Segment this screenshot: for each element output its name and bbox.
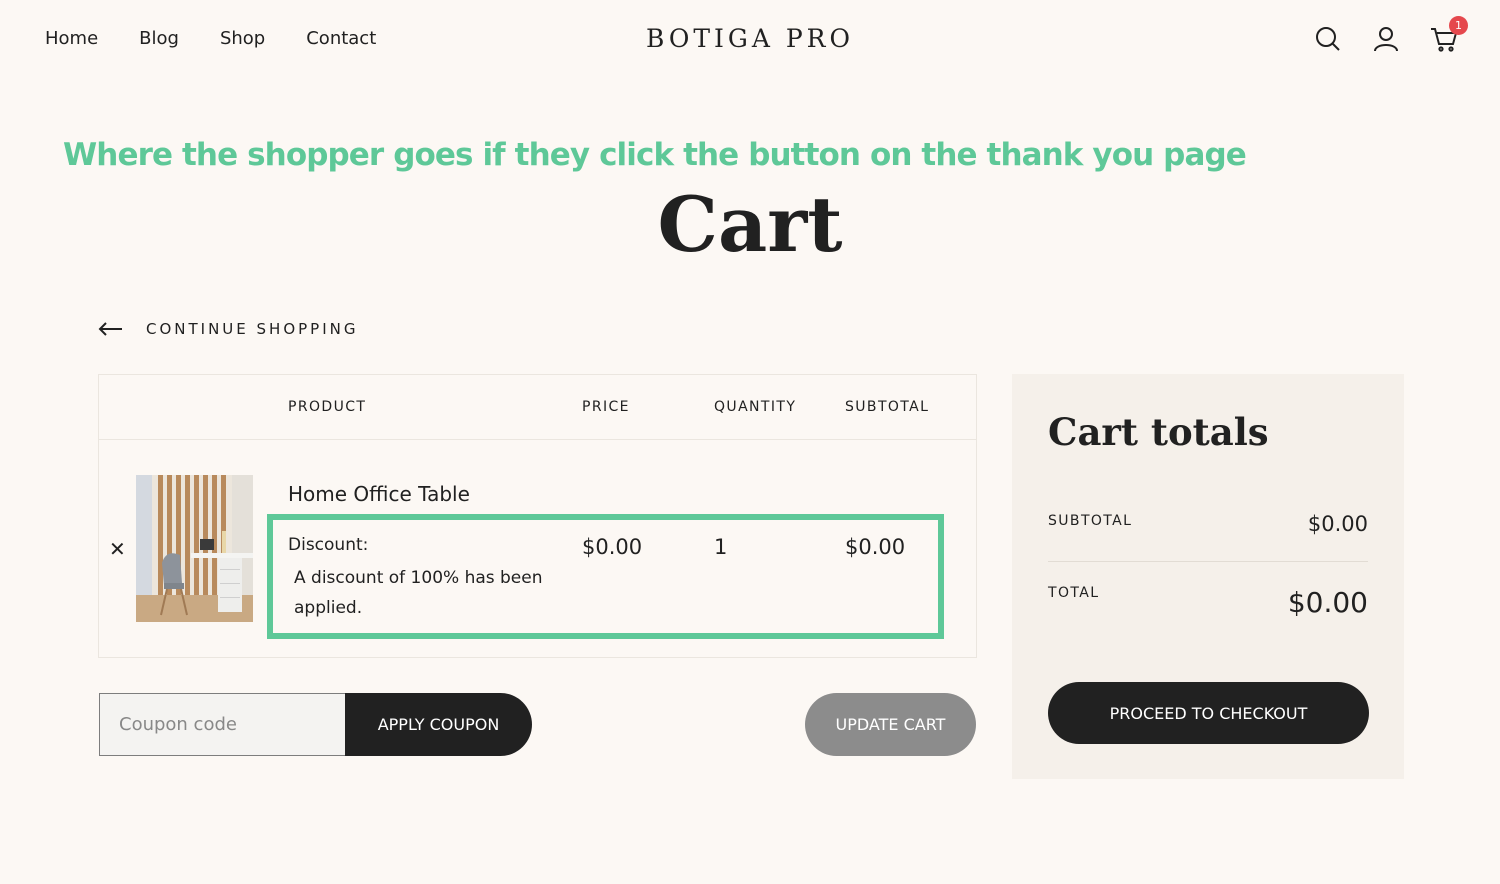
cart-button[interactable]: 1 bbox=[1428, 16, 1468, 56]
continue-shopping-label: CONTINUE SHOPPING bbox=[146, 320, 359, 338]
continue-shopping-link[interactable]: CONTINUE SHOPPING bbox=[98, 320, 359, 338]
site-header: Home Blog Shop Contact BOTIGA PRO 1 bbox=[0, 0, 1500, 80]
discount-description: A discount of 100% has been applied. bbox=[294, 568, 543, 618]
column-header-product: PRODUCT bbox=[288, 399, 367, 415]
cart-count-badge: 1 bbox=[1449, 16, 1468, 35]
search-button[interactable] bbox=[1312, 22, 1344, 56]
totals-subtotal-value: $0.00 bbox=[1307, 512, 1368, 536]
account-button[interactable] bbox=[1370, 22, 1402, 56]
product-name-link[interactable]: Home Office Table bbox=[288, 482, 470, 506]
totals-total-label: TOTAL bbox=[1048, 585, 1100, 601]
user-icon bbox=[1374, 27, 1398, 52]
coupon-code-input[interactable] bbox=[99, 693, 357, 756]
totals-subtotal-label: SUBTOTAL bbox=[1048, 513, 1133, 529]
product-thumbnail[interactable] bbox=[136, 475, 253, 622]
totals-divider bbox=[1048, 561, 1368, 562]
cart-table: PRODUCT PRICE QUANTITY SUBTOTAL ✕ Home O… bbox=[98, 374, 977, 658]
column-header-subtotal: SUBTOTAL bbox=[845, 399, 930, 415]
totals-total-value: $0.00 bbox=[1287, 586, 1368, 619]
cart-totals-title: Cart totals bbox=[1048, 410, 1269, 454]
product-image bbox=[136, 475, 253, 622]
item-subtotal: $0.00 bbox=[845, 535, 906, 559]
update-cart-button[interactable]: UPDATE CART bbox=[805, 693, 976, 756]
arrow-left-icon bbox=[98, 322, 122, 336]
proceed-to-checkout-button[interactable]: PROCEED TO CHECKOUT bbox=[1048, 682, 1369, 744]
search-icon bbox=[1316, 27, 1340, 51]
column-header-quantity: QUANTITY bbox=[714, 399, 797, 415]
site-logo[interactable]: BOTIGA PRO bbox=[0, 24, 1500, 53]
item-price: $0.00 bbox=[582, 535, 643, 559]
discount-label: Discount: bbox=[288, 535, 369, 555]
column-header-price: PRICE bbox=[582, 399, 630, 415]
annotation-caption: Where the shopper goes if they click the… bbox=[63, 137, 1247, 173]
apply-coupon-button[interactable]: APPLY COUPON bbox=[345, 693, 532, 756]
item-quantity: 1 bbox=[714, 535, 728, 559]
header-icons: 1 bbox=[1312, 16, 1468, 56]
cart-totals-panel: Cart totals SUBTOTAL $0.00 TOTAL $0.00 P… bbox=[1012, 374, 1404, 779]
page-title: Cart bbox=[657, 180, 843, 269]
header-divider bbox=[99, 439, 976, 440]
remove-item-icon[interactable]: ✕ bbox=[109, 537, 126, 561]
